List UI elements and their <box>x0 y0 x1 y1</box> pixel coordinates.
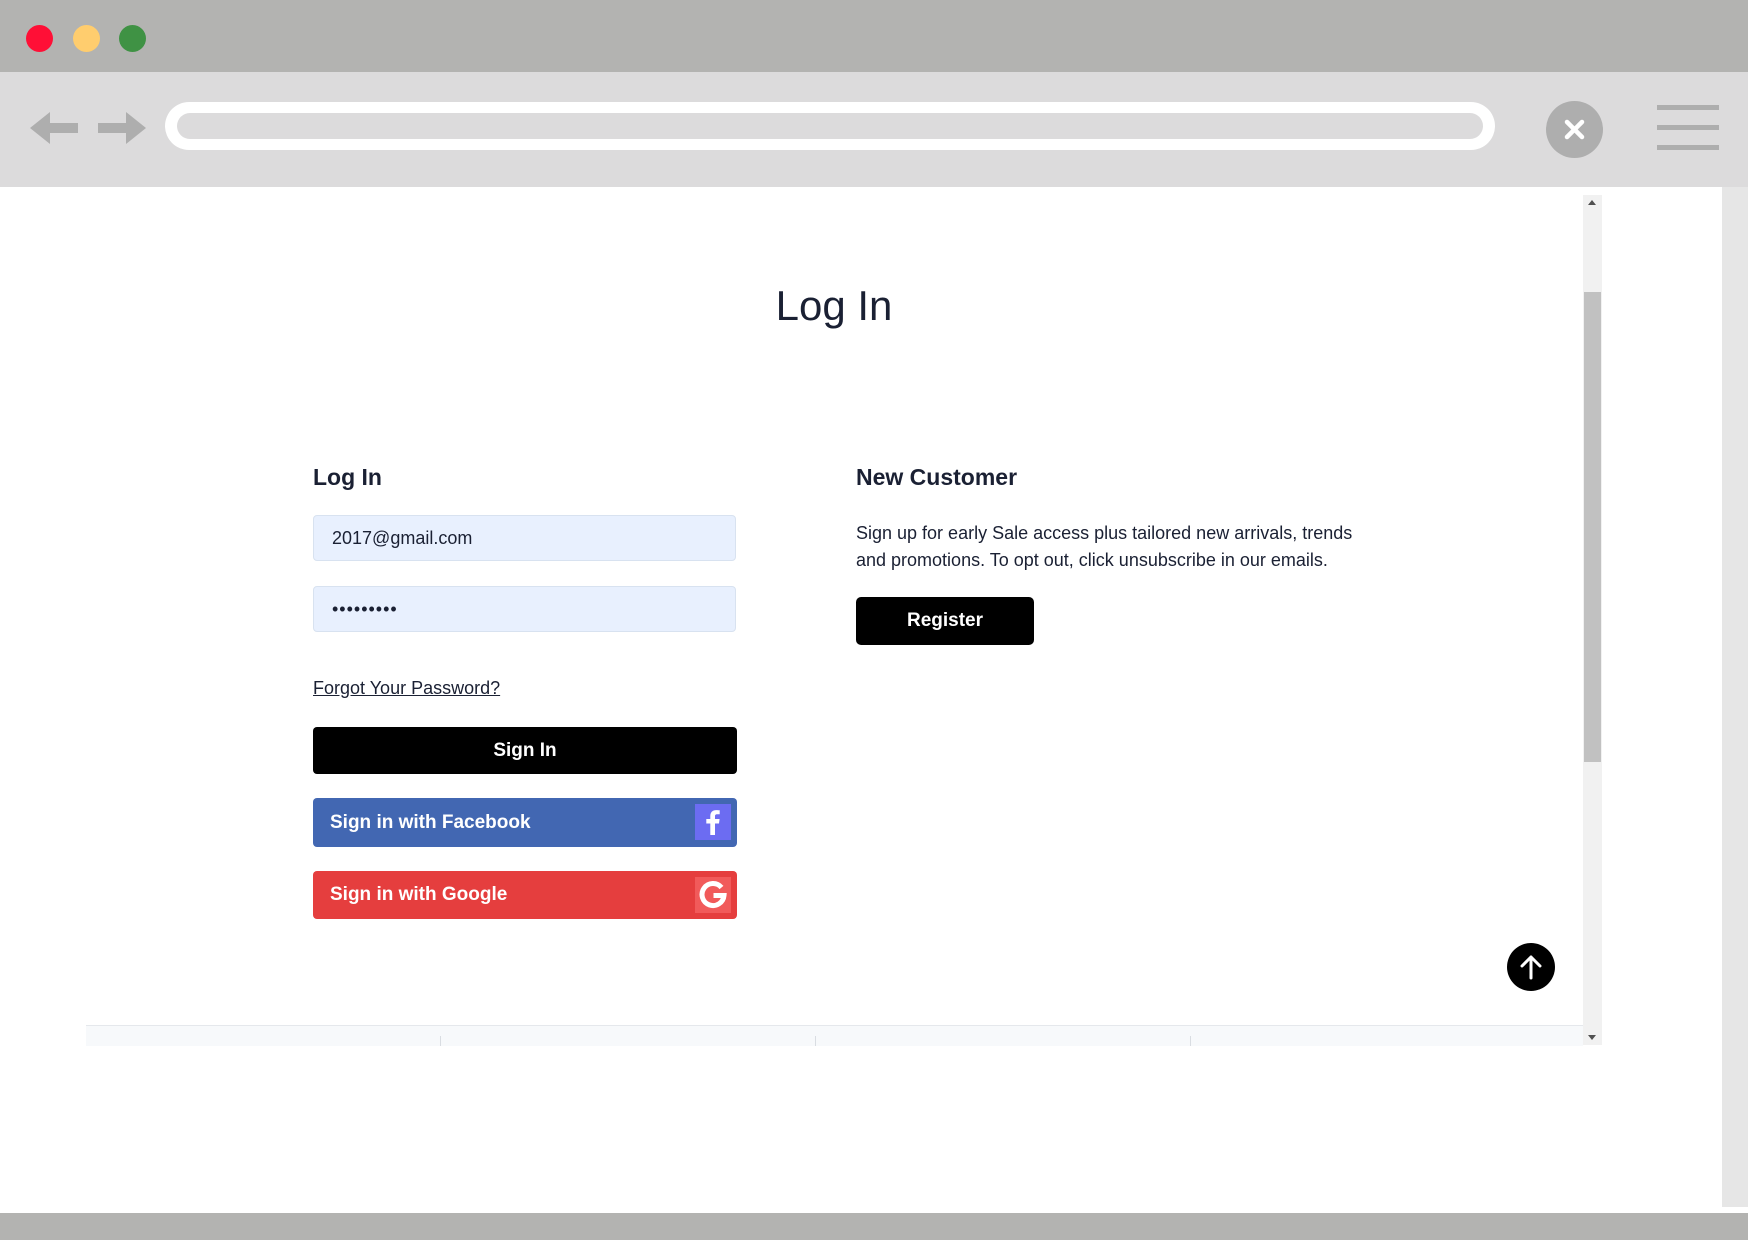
facebook-sign-in-label: Sign in with Facebook <box>330 811 531 833</box>
new-customer-heading: New Customer <box>856 464 1018 490</box>
password-field[interactable] <box>313 586 736 632</box>
back-button[interactable] <box>30 108 80 148</box>
window-bottom-edge <box>0 1213 1748 1240</box>
register-button[interactable]: Register <box>856 597 1034 645</box>
hamburger-menu-icon[interactable] <box>1657 105 1719 151</box>
address-bar[interactable] <box>165 102 1495 150</box>
window-titlebar <box>0 0 1748 72</box>
minimize-window-button[interactable] <box>73 25 100 52</box>
arrow-left-icon <box>30 112 78 144</box>
page-title: Log In <box>775 282 893 329</box>
scroll-up-icon[interactable] <box>1588 200 1596 205</box>
back-to-top-button[interactable] <box>1507 943 1555 991</box>
close-tab-button[interactable] <box>1546 101 1603 158</box>
arrow-right-icon <box>98 112 146 144</box>
scrollbar-thumb[interactable] <box>1584 292 1601 762</box>
arrow-up-icon <box>1520 955 1542 980</box>
close-window-button[interactable] <box>26 25 53 52</box>
facebook-sign-in-button[interactable]: Sign in with Facebook <box>313 798 737 847</box>
login-heading: Log In <box>313 464 382 490</box>
sign-in-button[interactable]: Sign In <box>313 727 737 774</box>
address-bar-field[interactable] <box>177 113 1483 139</box>
forgot-password-link[interactable]: Forgot Your Password? <box>313 678 500 699</box>
browser-toolbar <box>0 72 1748 187</box>
scroll-down-icon[interactable] <box>1588 1035 1596 1040</box>
facebook-icon <box>695 804 731 840</box>
footer-strip <box>86 1025 1583 1046</box>
footer-divider <box>1190 1036 1191 1046</box>
close-icon <box>1564 119 1585 140</box>
email-field[interactable] <box>313 515 736 561</box>
new-customer-description: Sign up for early Sale access plus tailo… <box>856 523 1353 570</box>
footer-divider <box>440 1036 441 1046</box>
window-right-edge <box>1722 187 1748 1207</box>
google-sign-in-label: Sign in with Google <box>330 884 508 905</box>
google-sign-in-button[interactable]: Sign in with Google <box>313 871 737 919</box>
footer-divider <box>815 1036 816 1046</box>
google-icon <box>695 877 731 913</box>
forward-button[interactable] <box>96 108 146 148</box>
maximize-window-button[interactable] <box>119 25 146 52</box>
